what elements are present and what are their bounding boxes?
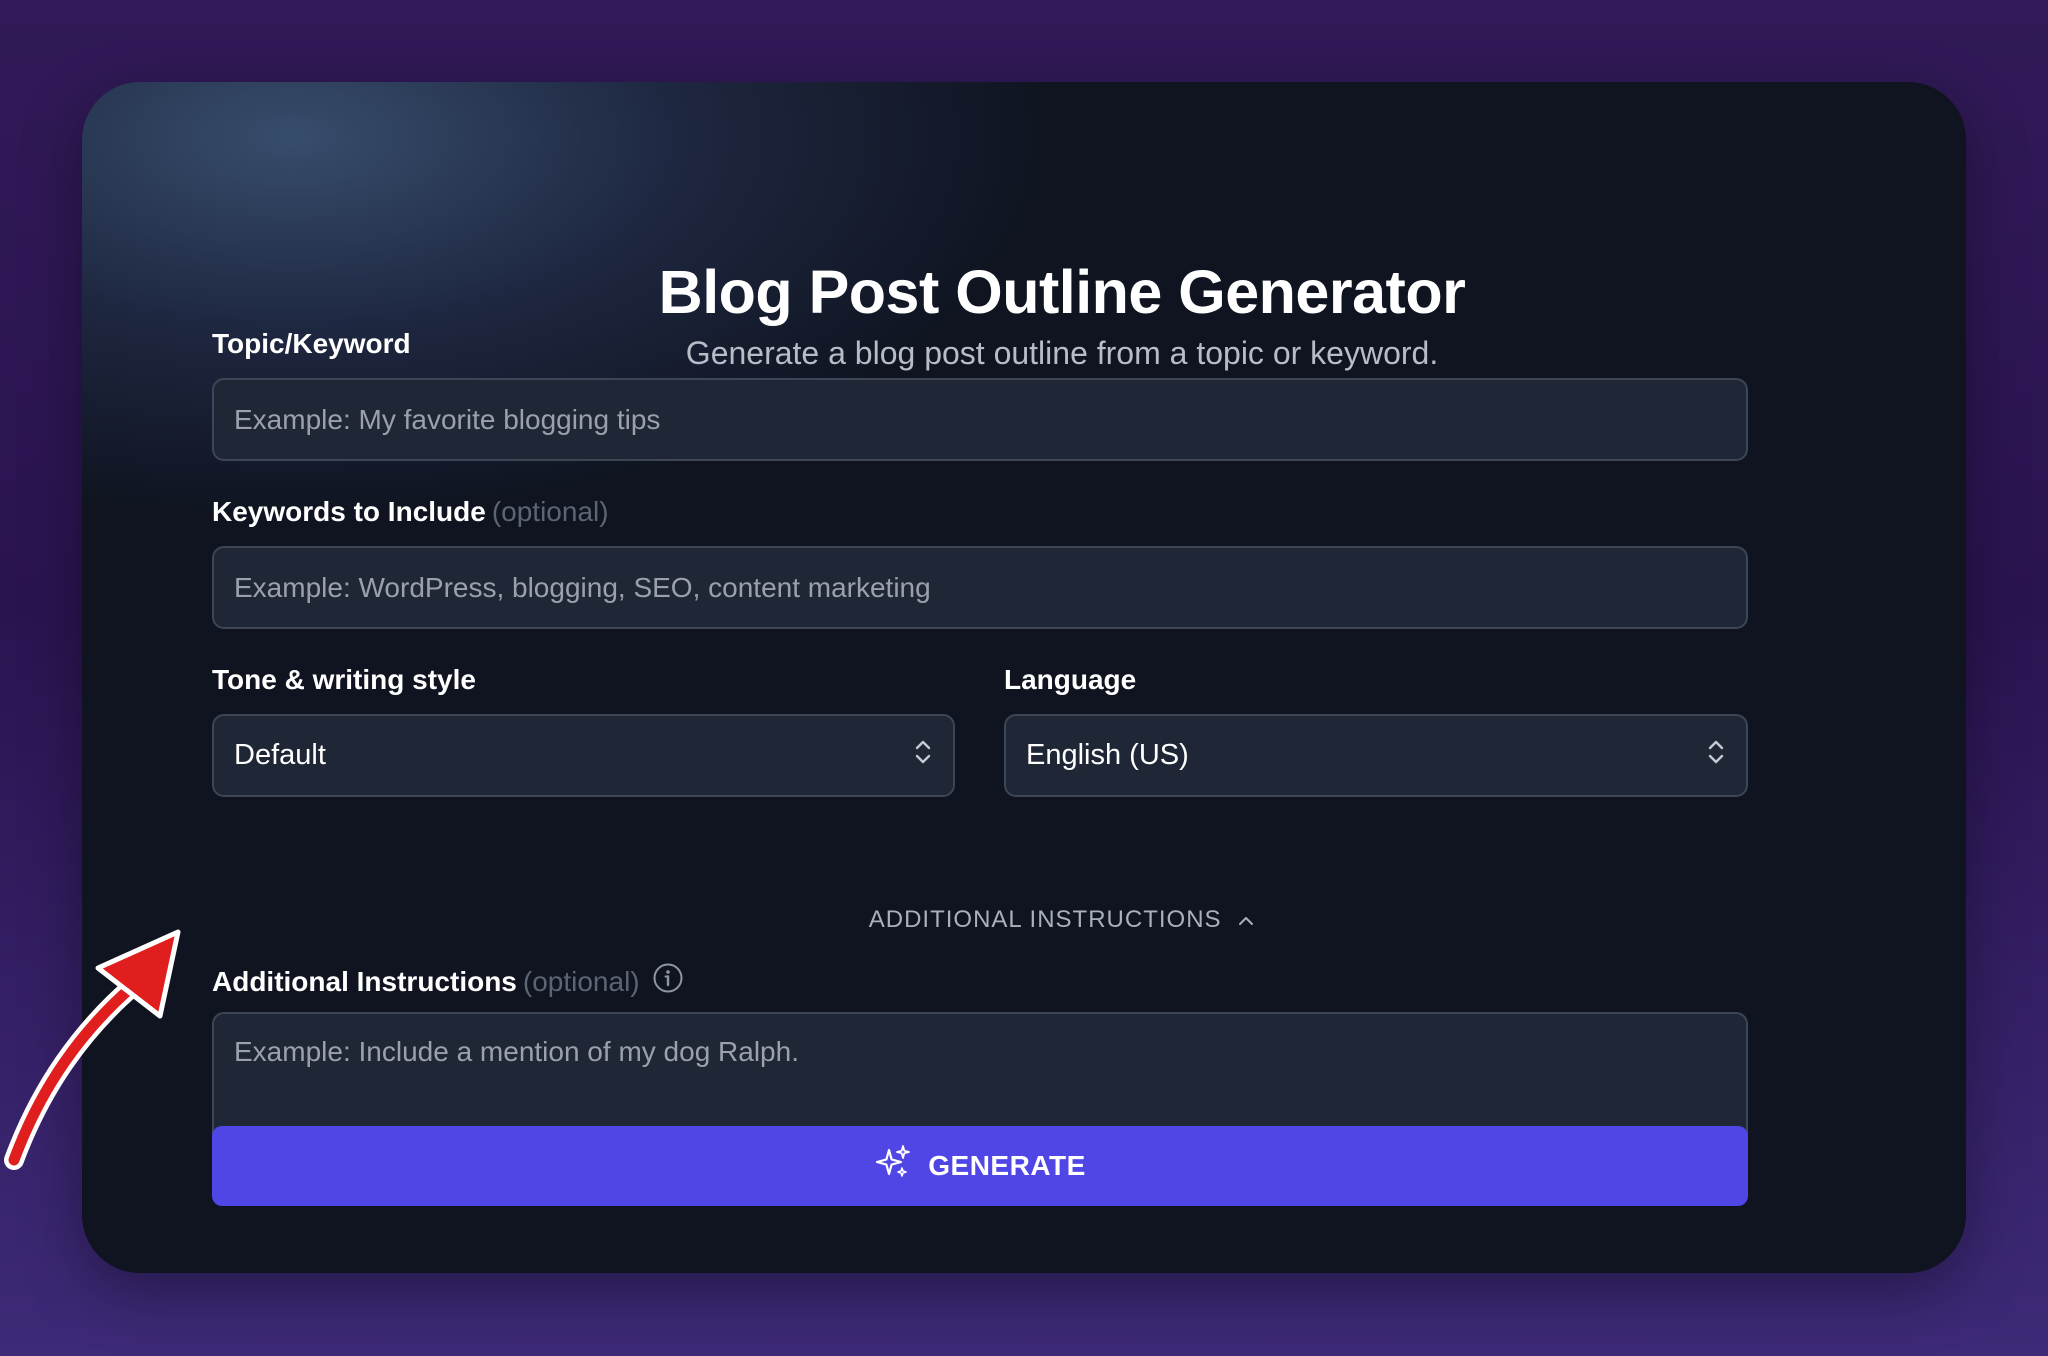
additional-toggle-label: ADDITIONAL INSTRUCTIONS [868,906,1222,933]
arrow-annotation-icon [4,929,181,1170]
additional-label-text: Additional Instructions [212,965,517,997]
additional-label: Additional Instructions (optional) [212,962,684,1001]
generate-button-label: GENERATE [928,1150,1086,1181]
language-selected-value: English (US) [1026,739,1189,771]
generator-card: Blog Post Outline Generator Generate a b… [82,82,1966,1273]
generate-button[interactable]: GENERATE [212,1126,1748,1206]
sparkles-icon [874,1144,912,1189]
language-label-text: Language [1004,664,1137,695]
tone-selected-value: Default [234,739,326,771]
keywords-label-text: Keywords to Include [212,496,486,527]
info-icon[interactable] [652,962,684,1001]
chevron-up-down-icon [1706,737,1726,775]
additional-instructions-toggle[interactable]: ADDITIONAL INSTRUCTIONS [82,906,1966,935]
keywords-input[interactable] [212,546,1748,629]
language-label: Language [1004,664,1136,696]
keywords-optional-label: (optional) [491,496,609,527]
topic-input[interactable] [212,378,1748,461]
chevron-up-icon [1237,907,1255,935]
language-select[interactable]: English (US) [1004,714,1748,797]
tone-label-text: Tone & writing style [212,664,476,695]
keywords-label: Keywords to Include (optional) [212,496,609,528]
tone-label: Tone & writing style [212,664,476,696]
page-title: Blog Post Outline Generator [658,258,1466,326]
chevron-up-down-icon [913,737,933,775]
topic-label: Topic/Keyword [212,328,411,360]
topic-label-text: Topic/Keyword [212,328,411,359]
additional-optional-label: (optional) [522,965,640,997]
tone-select[interactable]: Default [212,714,955,797]
